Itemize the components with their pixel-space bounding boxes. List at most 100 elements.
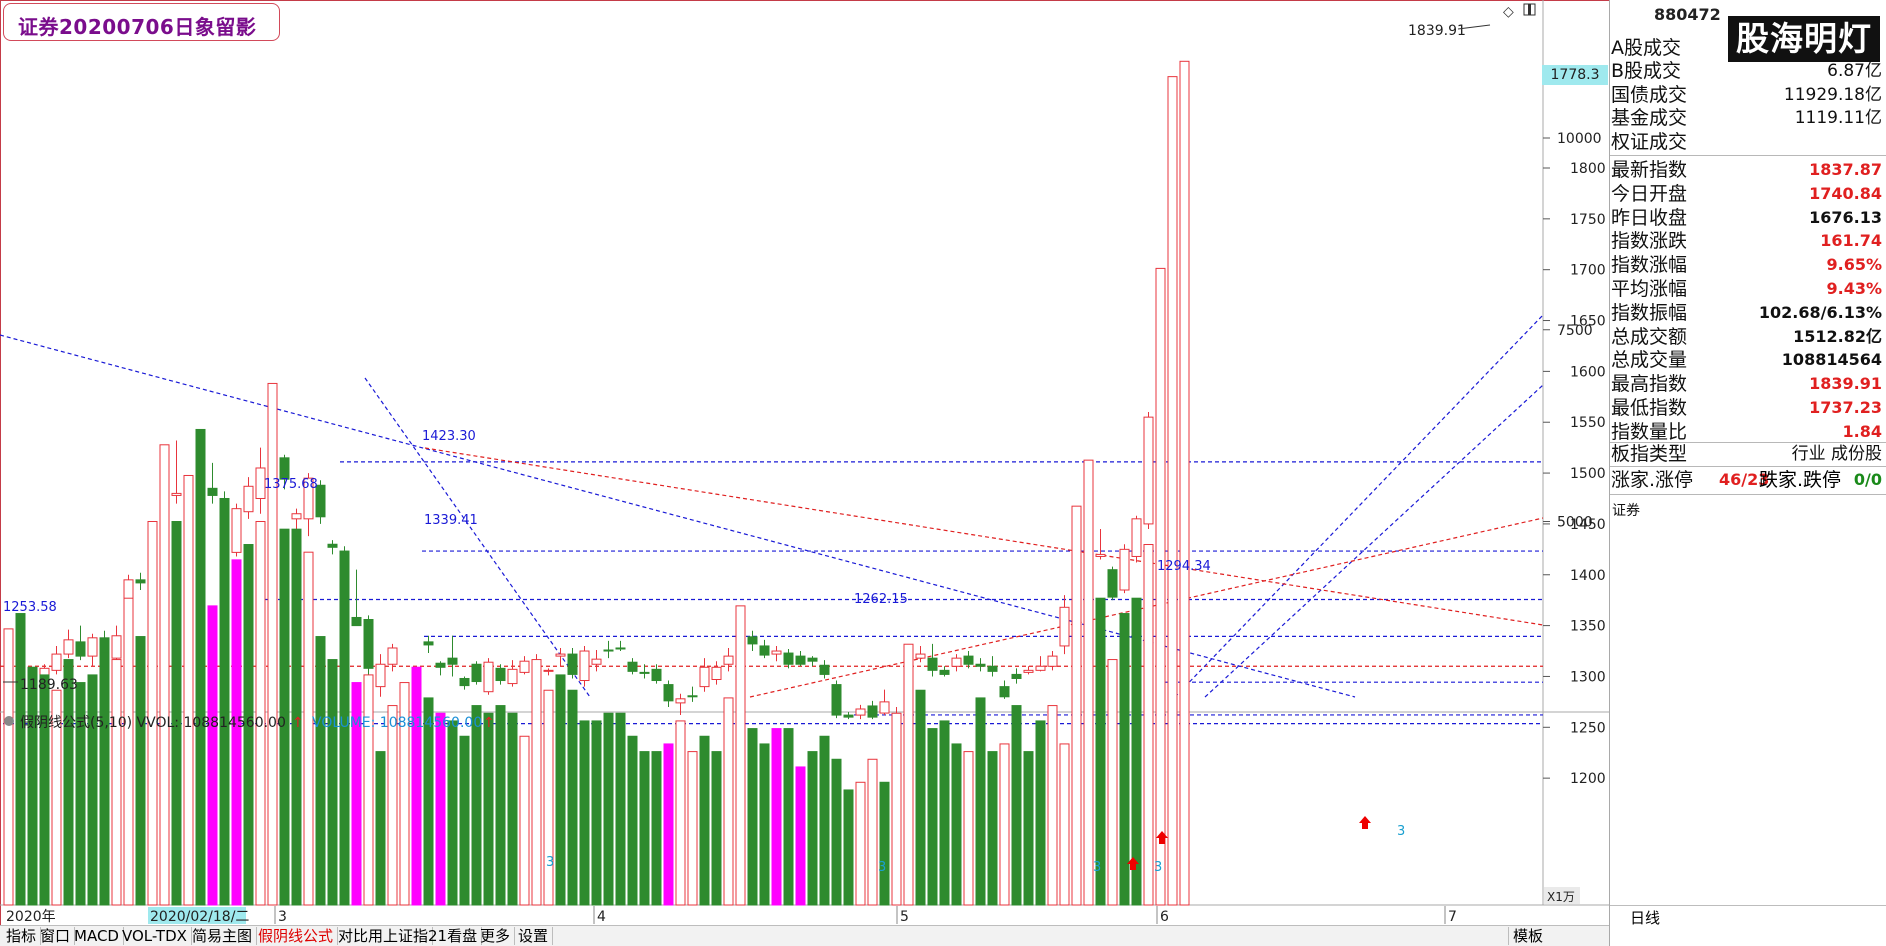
volume-bar (663, 743, 674, 906)
trend-line (364, 377, 591, 698)
volume-bar (639, 751, 650, 906)
volume-bar (567, 689, 578, 906)
candle-body (459, 677, 470, 687)
x-label: 2020/02/18/二 (150, 909, 249, 925)
volume-tick: 7500 (1557, 323, 1593, 339)
stat-value: 1737.23 (1809, 398, 1882, 417)
stat-label: 指数涨跌 (1611, 230, 1688, 253)
indicator-title: 假阴线公式(5,10) VVOL: 108814560.00 (20, 715, 286, 731)
label-1253: 1253.58 (3, 600, 57, 615)
stat-value: 11929.18亿 (1783, 84, 1882, 105)
volume-bar (159, 444, 170, 906)
candle-body (627, 661, 638, 672)
candle-body (1119, 548, 1130, 591)
volume-bar (1107, 659, 1118, 906)
candle-body (687, 695, 698, 698)
volume-bar (747, 728, 758, 906)
stat-row: 昨日收盘 1676.13 (1611, 206, 1884, 230)
volume-bar (183, 474, 194, 906)
volume-bar (1035, 720, 1046, 906)
price-tick: 1200 (1570, 771, 1606, 787)
divider (1610, 466, 1886, 467)
price-tick: 1250 (1570, 720, 1606, 736)
board-type-value[interactable]: 行业 成份股 (1792, 442, 1882, 466)
stat-label: B股成交 (1611, 60, 1682, 83)
x-label: 4 (597, 909, 606, 925)
price-tick: 1600 (1570, 364, 1606, 380)
toolbar-item[interactable]: 假阴线公式 (254, 927, 339, 945)
volume-tick: 10000 (1557, 131, 1602, 147)
toolbar-item[interactable]: VOL-TDX (118, 927, 192, 945)
candle-body (927, 657, 938, 671)
candle-body (1131, 518, 1142, 557)
board-type-label: 板指类型 (1611, 443, 1688, 465)
stat-label: 国债成交 (1611, 83, 1688, 106)
chart-title: 证券20200706日象留影 (18, 15, 257, 39)
candle-body (471, 663, 482, 683)
day-line-bar: 日线 (1610, 905, 1886, 927)
candle-body (651, 668, 662, 682)
label-1262: 1262.15 (854, 592, 908, 607)
toolbar-item[interactable]: 简易主图 (188, 927, 258, 945)
label-1294: 1294.34 (1157, 559, 1211, 574)
volume-bar (651, 751, 662, 906)
candle-body (879, 701, 890, 714)
stat-value: 9.43% (1826, 279, 1882, 298)
trend-line (1204, 384, 1544, 698)
volume-bar (759, 743, 770, 906)
price-axis: 1800175017001650160015501500145014001350… (1543, 161, 1606, 787)
candle-body (1143, 416, 1154, 525)
volume-tick: 5000 (1557, 515, 1593, 531)
diamond-icon[interactable]: ◇ (1503, 4, 1514, 20)
stat-row: 指数涨跌 161.74 (1611, 229, 1884, 253)
chart-title-box: 证券20200706日象留影 (3, 3, 280, 41)
volume-bar (735, 605, 746, 906)
candle-body (135, 579, 146, 584)
volume-bar (819, 735, 830, 906)
toolbar-item[interactable]: 更多 (476, 927, 516, 945)
stat-label: 最新指数 (1611, 159, 1688, 181)
candle-body (987, 665, 998, 672)
volume-bar (111, 659, 122, 906)
stat-label: 基金成交 (1611, 107, 1688, 130)
toolbar-item[interactable]: 对比用上证指 (334, 927, 434, 945)
candle-body (747, 636, 758, 645)
volume-bar (1179, 60, 1190, 906)
volume-bar (15, 613, 26, 906)
candle-body (495, 667, 506, 682)
volume-bar (315, 636, 326, 906)
volume-bar (1047, 705, 1058, 906)
candle-body (1023, 669, 1034, 673)
stat-label: 最高指数 (1611, 373, 1688, 396)
candle-body (279, 457, 290, 480)
price-tick: 1700 (1570, 263, 1606, 279)
candle-body (363, 619, 374, 669)
candle-body (111, 635, 122, 659)
volume-bar (519, 735, 530, 906)
volume-bar (1083, 459, 1094, 906)
volume-bar (687, 751, 698, 906)
volume-bar (1059, 743, 1070, 906)
volume-bar (411, 666, 422, 906)
volume-bar (915, 689, 926, 906)
template-button[interactable]: 模板 (1508, 927, 1547, 945)
stat-row: B股成交 6.87亿 (1611, 59, 1884, 83)
stat-value: 1.84 (1842, 421, 1882, 441)
candle-body (675, 698, 686, 704)
toolbar-item[interactable]: 21看盘 (424, 927, 483, 945)
day-line-tab[interactable]: 日线 (1630, 907, 1660, 928)
x-label: 6 (1160, 909, 1169, 925)
volume-bar (471, 705, 482, 906)
volume-bar (675, 720, 686, 906)
volume-bar (3, 628, 14, 906)
toolbar-item[interactable]: 设置 (514, 927, 554, 945)
stat-label: 指数振幅 (1611, 301, 1688, 324)
stat-row: 最高指数 1839.91 (1611, 372, 1884, 396)
toolbar-item[interactable]: MACD (70, 927, 124, 945)
candle-body (771, 650, 782, 655)
volume-bar (723, 697, 734, 906)
stat-row: 基金成交 1119.11亿 (1611, 106, 1884, 130)
volume-bar (939, 720, 950, 906)
stat-row: 总成交额 1512.82亿 (1611, 325, 1884, 349)
indicator-collapse-icon[interactable] (4, 716, 14, 726)
